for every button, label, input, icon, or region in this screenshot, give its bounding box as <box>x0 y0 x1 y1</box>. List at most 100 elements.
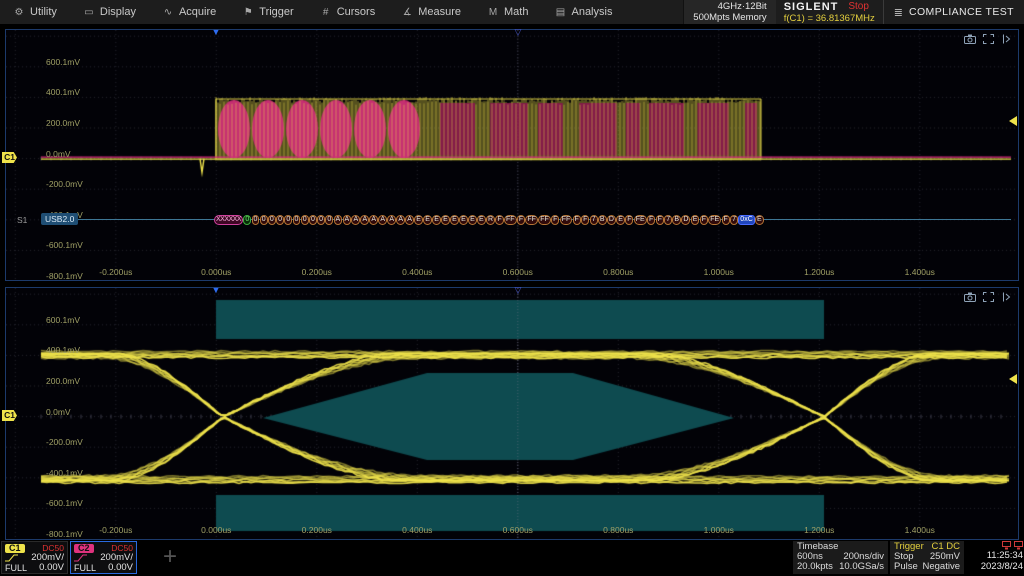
analysis-icon: ▤ <box>554 7 566 18</box>
decode-token: F <box>625 215 633 225</box>
decode-token: A <box>396 215 405 225</box>
decode-token: A <box>343 215 352 225</box>
channel2-box[interactable]: C2 DC50 200mV/ FULL 0.00V <box>70 541 137 574</box>
time-axis-label: 0.000us <box>201 525 231 535</box>
menu-item-measure[interactable]: ∡Measure <box>388 0 474 24</box>
decode-token: FE <box>708 215 721 225</box>
decode-token: E <box>477 215 486 225</box>
brand-logo: SIGLENT <box>784 1 839 13</box>
compliance-test-button[interactable]: ≣ COMPLIANCE TEST <box>883 0 1024 24</box>
camera-icon[interactable] <box>964 34 976 44</box>
decode-token: E <box>459 215 468 225</box>
frequency-counter: f(C1) = 36.81367MHz <box>784 13 875 24</box>
lan-icon[interactable] <box>1014 541 1023 550</box>
decode-token: 0 <box>243 215 251 225</box>
trigger-box[interactable]: Trigger C1 DC Stop 250mV Pulse Negative <box>890 541 964 574</box>
menu-item-cursors[interactable]: #Cursors <box>307 0 389 24</box>
time-axis-label: 0.600us <box>503 525 533 535</box>
fullscreen-icon[interactable] <box>983 34 994 44</box>
timebase-box[interactable]: Timebase 600ns 200ns/div 20.0kpts 10.0GS… <box>793 541 888 574</box>
decode-token: 0 <box>268 215 276 225</box>
channel2-offset: 0.00V <box>108 563 133 573</box>
camera-icon[interactable] <box>964 292 976 302</box>
trigger-flag-icon: ⚑ <box>242 7 254 18</box>
trigger-position-marker[interactable]: ▼ <box>212 27 221 37</box>
channel2-badge: C2 <box>74 544 94 553</box>
menu-bar: ⚙Utility ▭ Display ∿ Acquire ⚑ Trigger #Cursors… <box>0 0 1024 25</box>
decode-token: 7 <box>730 215 738 225</box>
voltage-axis-label: 400.1mV <box>46 345 80 355</box>
decode-token: F <box>722 215 730 225</box>
time-axis-label: 1.200us <box>804 267 834 277</box>
voltage-axis-label: -800.1mV <box>46 529 83 539</box>
decode-token: 0 <box>325 215 333 225</box>
bandwidth-bits: 4GHz·12Bit <box>718 1 767 12</box>
menu-item-trigger[interactable]: ⚑ Trigger <box>229 0 306 24</box>
decode-token: 0xC <box>738 215 754 225</box>
grid-corner-icons <box>964 292 1011 302</box>
menu-label: Trigger <box>259 6 293 18</box>
eye-diagram-grid[interactable]: ▼ ▽ C1 600.1mV400.1mV200.0mV0.0mV-200.0m… <box>5 287 1019 540</box>
menu-item-acquire[interactable]: ∿ Acquire <box>149 0 229 24</box>
time-axis-label: -0.200us <box>99 267 132 277</box>
waveform-grid[interactable]: ▼ ▽ C1 S1 USB2.0 XXXXXX00000000000AAAAAA… <box>5 29 1019 281</box>
decode-token: 0 <box>260 215 268 225</box>
trigger-level-marker[interactable] <box>1009 374 1017 384</box>
time-axis-label: 0.000us <box>201 267 231 277</box>
menu-label: Acquire <box>179 6 216 18</box>
grid-corner-icons <box>964 34 1011 44</box>
menu-item-math[interactable]: MMath <box>474 0 541 24</box>
decode-token: A <box>378 215 387 225</box>
display-icon: ▭ <box>83 7 95 18</box>
decode-token: 7 <box>590 215 598 225</box>
channel1-box[interactable]: C1 DC50 200mV/ FULL 0.00V <box>1 541 68 574</box>
decode-token: FE <box>634 215 647 225</box>
add-channel-button[interactable]: + <box>155 540 185 576</box>
decode-token: D <box>681 215 690 225</box>
decode-token: E <box>441 215 450 225</box>
timebase-rate: 10.0GSa/s <box>839 562 884 572</box>
fullscreen-icon[interactable] <box>983 292 994 302</box>
time-axis-label: 0.800us <box>603 267 633 277</box>
trigger-position-marker[interactable]: ▼ <box>212 285 221 295</box>
menu-item-display[interactable]: ▭ Display <box>70 0 149 24</box>
network-status-icons <box>966 541 1023 550</box>
menu-item-utility[interactable]: ⚙Utility <box>0 0 70 24</box>
voltage-axis-label: 0.0mV <box>46 149 71 159</box>
clock-time: 11:25:34 <box>966 550 1023 561</box>
decode-token: E <box>423 215 432 225</box>
decode-bus-badge[interactable]: USB2.0 <box>41 213 78 225</box>
voltage-axis-label: 400.1mV <box>46 87 80 97</box>
time-axis-label: 0.200us <box>302 267 332 277</box>
collapse-panel-icon[interactable] <box>1001 34 1011 44</box>
oscilloscope-screen: ⚙Utility ▭ Display ∿ Acquire ⚑ Trigger #Cursors… <box>0 0 1024 576</box>
time-axis-label: 1.000us <box>704 525 734 535</box>
time-axis-label: 0.600us <box>503 267 533 277</box>
menu-label: Cursors <box>337 6 376 18</box>
decode-token: XXXXXX <box>214 215 243 225</box>
decode-token: B <box>598 215 607 225</box>
decode-token: F <box>551 215 559 225</box>
trigger-level-marker[interactable] <box>1009 116 1017 126</box>
decode-token: 0 <box>309 215 317 225</box>
collapse-panel-icon[interactable] <box>1001 292 1011 302</box>
trigger-slope: Negative <box>923 562 961 572</box>
decode-token: F <box>517 215 525 225</box>
acquire-icon: ∿ <box>162 7 174 18</box>
time-axis-label: 0.400us <box>402 525 432 535</box>
decode-token: 0 <box>252 215 260 225</box>
delay-reference-marker[interactable]: ▽ <box>515 27 522 38</box>
lan-icon[interactable] <box>1002 541 1011 550</box>
acquisition-status[interactable]: Stop <box>848 1 869 12</box>
voltage-axis-label: -600.1mV <box>46 498 83 508</box>
menu-label: Display <box>100 6 136 18</box>
waveform-canvas <box>6 30 1018 280</box>
menu-item-analysis[interactable]: ▤Analysis <box>541 0 625 24</box>
menu-label: Utility <box>30 6 57 18</box>
delay-reference-marker[interactable]: ▽ <box>515 285 522 296</box>
decode-token: E <box>616 215 625 225</box>
decode-token: F <box>495 215 503 225</box>
decode-token: A <box>405 215 414 225</box>
voltage-axis-label: -400.1mV <box>46 468 83 478</box>
acquisition-info-box[interactable]: 4GHz·12Bit 500Mpts Memory <box>683 0 775 24</box>
